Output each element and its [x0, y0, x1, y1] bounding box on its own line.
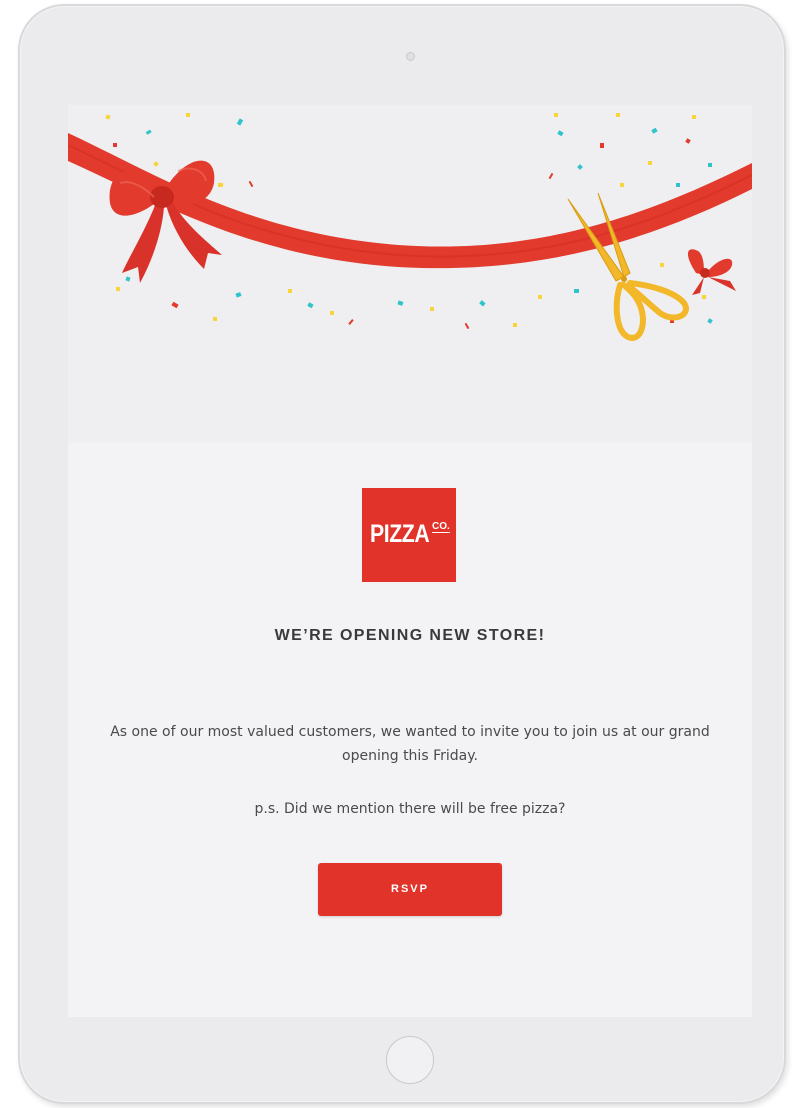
hero-banner	[68, 105, 752, 443]
ribbon-cutting-illustration	[68, 113, 752, 341]
page-title: WE’RE OPENING NEW STORE!	[274, 627, 546, 644]
home-button-icon[interactable]	[386, 1036, 434, 1084]
logo-text: PIZZA	[370, 520, 430, 548]
rsvp-button[interactable]: RSVP	[318, 863, 502, 916]
ribbon-tie-icon	[687, 249, 736, 295]
email-screen: PIZZA CO. WE’RE OPENING NEW STORE! As on…	[68, 105, 752, 1017]
camera-icon	[406, 52, 415, 61]
tablet-frame: PIZZA CO. WE’RE OPENING NEW STORE! As on…	[18, 4, 786, 1104]
invitation-text: As one of our most valued customers, we …	[110, 724, 710, 764]
email-content: PIZZA CO. WE’RE OPENING NEW STORE! As on…	[68, 443, 752, 1017]
logo-suffix: CO.	[432, 521, 450, 533]
pizza-co-logo: PIZZA CO.	[362, 488, 456, 582]
postscript-text: p.s. Did we mention there will be free p…	[254, 801, 566, 817]
